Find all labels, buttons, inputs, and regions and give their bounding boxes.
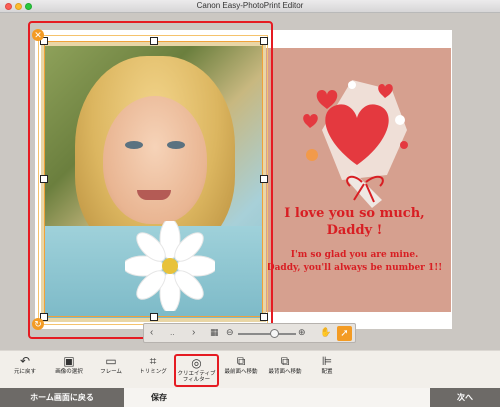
zoom-out-icon[interactable]: ⊖: [226, 327, 234, 338]
resize-handle-top-right[interactable]: [260, 37, 268, 45]
zoom-slider[interactable]: [238, 333, 296, 335]
message-line-2: Daddy !: [326, 223, 383, 238]
undo-icon: ↶: [19, 354, 31, 368]
delete-icon[interactable]: ✕: [32, 29, 44, 41]
image-bounds-guide: [38, 35, 268, 325]
send-to-back-button[interactable]: ⧉ 最背面へ移動: [263, 354, 307, 387]
save-button[interactable]: 保存: [124, 388, 194, 407]
message-line-1: I love you so much,: [284, 206, 425, 221]
message-line-3: I'm so glad you are mine.: [290, 250, 419, 260]
zoom-in-icon[interactable]: ⊕: [298, 327, 306, 338]
edit-toolbar: ↶ 元に戻す ▣ 画像の選択 ▭ フレーム ⌗ トリミング ◎ クリエイティブ …: [0, 350, 500, 388]
select-image-button[interactable]: ▣ 画像の選択: [47, 354, 91, 387]
next-button[interactable]: 次へ: [430, 388, 500, 407]
image-select-icon: ▣: [63, 354, 75, 368]
send-to-back-icon: ⧉: [280, 354, 290, 368]
trimming-button[interactable]: ⌗ トリミング: [131, 354, 175, 387]
message-line-4: Daddy, you'll always be number 1!!: [266, 263, 443, 273]
zoom-slider-knob[interactable]: [270, 329, 279, 338]
resize-handle-bottom[interactable]: [150, 313, 158, 321]
hand-tool-icon[interactable]: ✋: [320, 327, 331, 338]
align-icon: ⊫: [321, 354, 333, 368]
undo-button[interactable]: ↶ 元に戻す: [3, 354, 47, 387]
window-title: Canon Easy-PhotoPrint Editor: [196, 1, 304, 10]
align-button[interactable]: ⊫ 配置: [305, 354, 349, 387]
next-page-icon[interactable]: ›: [192, 327, 195, 338]
creative-filter-button[interactable]: ◎ クリエイティブ フィルター: [174, 354, 219, 387]
resize-handle-bottom-right[interactable]: [260, 313, 268, 321]
prev-page-icon[interactable]: ‹: [150, 327, 153, 338]
rotate-icon[interactable]: ↻: [32, 318, 44, 330]
bring-to-front-icon: ⧉: [236, 354, 246, 368]
grid-view-icon[interactable]: ▦: [210, 327, 219, 338]
page-indicator: ‥: [170, 330, 175, 337]
resize-handle-right[interactable]: [260, 175, 268, 183]
title-bar: Canon Easy-PhotoPrint Editor: [0, 0, 500, 13]
creative-filter-icon: ◎: [191, 356, 202, 370]
frame-button[interactable]: ▭ フレーム: [89, 354, 133, 387]
crop-icon: ⌗: [149, 354, 157, 368]
frame-icon: ▭: [105, 354, 117, 368]
resize-handle-top[interactable]: [150, 37, 158, 45]
bring-to-front-button[interactable]: ⧉ 最前面へ移動: [219, 354, 263, 387]
resize-handle-left[interactable]: [40, 175, 48, 183]
pointer-tool-icon[interactable]: ➚: [337, 326, 352, 341]
bottom-bar: ホーム画面に戻る 保存 次へ: [0, 388, 500, 407]
back-to-home-button[interactable]: ホーム画面に戻る: [0, 388, 124, 407]
zoom-bar: ‹ ‥ › ▦ ⊖ ⊕ ✋ ➚: [143, 323, 356, 343]
